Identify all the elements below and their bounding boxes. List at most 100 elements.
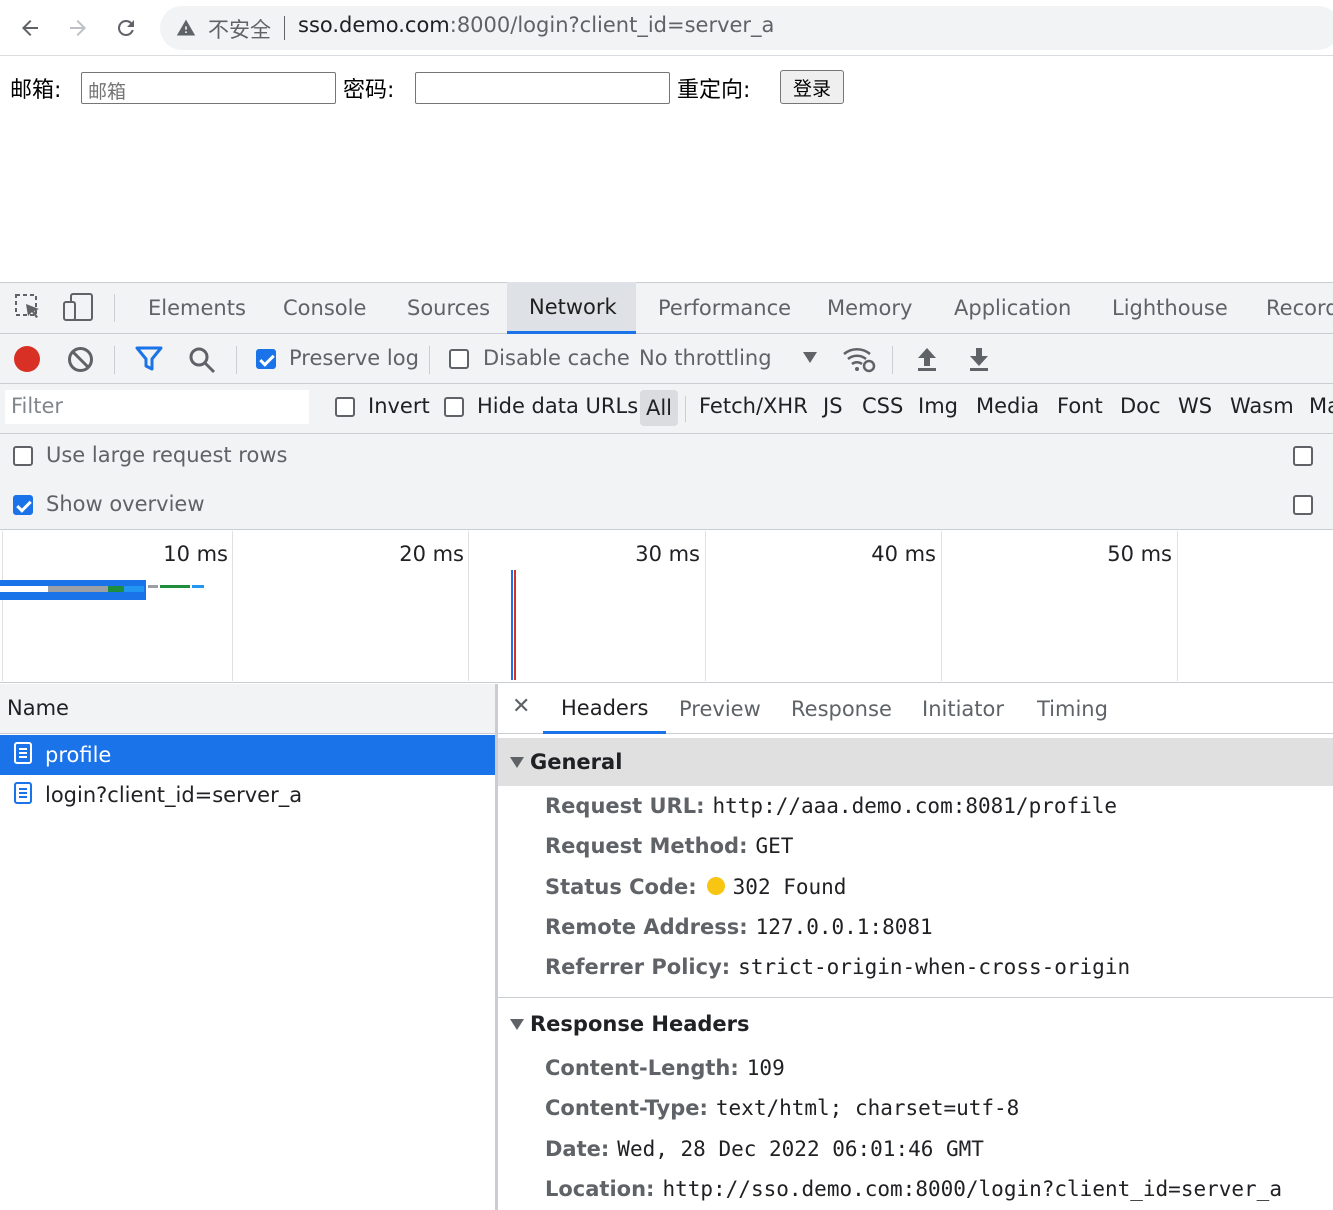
- tab-sources[interactable]: Sources: [385, 282, 512, 334]
- filter-input[interactable]: Filter: [5, 390, 309, 424]
- inspect-element-icon[interactable]: [14, 292, 42, 326]
- filter-type-img[interactable]: Img: [918, 394, 958, 418]
- name-column-header[interactable]: Name: [7, 696, 69, 720]
- table-row[interactable]: profile: [0, 735, 495, 775]
- header-value: text/html; charset=utf-8: [715, 1096, 1020, 1120]
- overview-bar-segment: [48, 586, 108, 592]
- toolbar-divider: [892, 346, 893, 374]
- throttling-select[interactable]: No throttling: [639, 346, 772, 370]
- filter-type-css[interactable]: CSS: [862, 394, 903, 418]
- document-icon: [13, 781, 33, 810]
- grid-line: [2, 531, 3, 681]
- grid-line: [1177, 531, 1178, 681]
- response-headers-section-header[interactable]: Response Headers: [498, 1000, 1333, 1048]
- document-icon: [13, 741, 33, 770]
- filter-type-js[interactable]: JS: [823, 394, 843, 418]
- toolbar-divider: [114, 346, 115, 374]
- header-row: Request URL: http://aaa.demo.com:8081/pro…: [545, 794, 1117, 818]
- header-key: Date:: [545, 1137, 610, 1161]
- overview-bar-segment: [148, 585, 158, 588]
- show-overview-label: Show overview: [46, 492, 205, 516]
- header-value: GET: [755, 834, 794, 858]
- download-icon[interactable]: [967, 346, 991, 376]
- network-conditions-icon[interactable]: [842, 344, 876, 378]
- upload-icon[interactable]: [915, 346, 939, 376]
- section-title: Response Headers: [530, 1012, 750, 1036]
- capture-screenshots-checkbox[interactable]: [1293, 495, 1313, 515]
- filter-type-media[interactable]: Media: [976, 394, 1039, 418]
- header-key: Request Method:: [545, 834, 748, 858]
- security-label[interactable]: 不安全: [208, 14, 271, 44]
- large-rows-checkbox[interactable]: [13, 446, 33, 466]
- hide-data-urls-checkbox[interactable]: [444, 397, 464, 417]
- grid-line: [468, 531, 469, 681]
- filter-icon[interactable]: [135, 346, 163, 376]
- filter-type-all[interactable]: All: [640, 390, 678, 426]
- record-icon[interactable]: [14, 346, 40, 372]
- large-rows-label: Use large request rows: [46, 443, 288, 467]
- reload-button[interactable]: [110, 12, 142, 44]
- tab-console[interactable]: Console: [261, 282, 388, 334]
- filter-type-font[interactable]: Font: [1057, 394, 1103, 418]
- preserve-log-checkbox[interactable]: [256, 349, 276, 369]
- preserve-log-label: Preserve log: [289, 346, 419, 370]
- url-text[interactable]: sso.demo.com:8000/login?client_id=server…: [298, 13, 774, 37]
- tab-network[interactable]: Network: [507, 282, 636, 334]
- back-button[interactable]: [14, 12, 46, 44]
- request-name: profile: [45, 743, 112, 767]
- overview-tick: 20 ms: [399, 542, 464, 566]
- login-button[interactable]: 登录: [780, 70, 844, 104]
- invert-checkbox[interactable]: [335, 397, 355, 417]
- overview-tick: 30 ms: [635, 542, 700, 566]
- show-overview-checkbox[interactable]: [13, 495, 33, 515]
- header-key: Request URL:: [545, 794, 705, 818]
- forward-button[interactable]: [62, 12, 94, 44]
- tab-performance[interactable]: Performance: [636, 282, 813, 334]
- toolbar-divider: [236, 346, 237, 374]
- warning-icon[interactable]: [176, 18, 196, 42]
- header-row: Date: Wed, 28 Dec 2022 06:01:46 GMT: [545, 1137, 984, 1161]
- tab-lighthouse[interactable]: Lighthouse: [1090, 282, 1250, 334]
- filter-type-wasm[interactable]: Wasm: [1230, 394, 1294, 418]
- email-field[interactable]: 邮箱: [81, 72, 336, 104]
- url-path: :8000/login?client_id=server_a: [449, 13, 775, 37]
- chevron-down-icon[interactable]: [803, 352, 817, 363]
- toolbar-divider: [429, 346, 430, 374]
- disable-cache-checkbox[interactable]: [449, 349, 469, 369]
- tab-preview[interactable]: Preview: [661, 684, 779, 734]
- requests-header[interactable]: Name: [0, 684, 495, 734]
- tab-response[interactable]: Response: [773, 684, 910, 734]
- filter-type-ws[interactable]: WS: [1178, 394, 1212, 418]
- header-key: Status Code:: [545, 875, 697, 899]
- filter-type-doc[interactable]: Doc: [1120, 394, 1161, 418]
- group-by-frame-checkbox[interactable]: [1293, 446, 1313, 466]
- filter-type-manifest[interactable]: Ma: [1309, 394, 1333, 418]
- header-value: http://aaa.demo.com:8081/profile: [712, 794, 1118, 818]
- tab-timing[interactable]: Timing: [1019, 684, 1126, 734]
- search-icon[interactable]: [188, 346, 216, 378]
- tab-recorder[interactable]: Record: [1244, 282, 1333, 334]
- request-name: login?client_id=server_a: [45, 783, 303, 807]
- overview-bar-segment: [124, 586, 144, 592]
- grid-line: [232, 531, 233, 681]
- filter-type-fetch-xhr[interactable]: Fetch/XHR: [699, 394, 808, 418]
- header-value: Wed, 28 Dec 2022 06:01:46 GMT: [617, 1137, 984, 1161]
- header-key: Location:: [545, 1177, 655, 1201]
- tab-initiator[interactable]: Initiator: [904, 684, 1022, 734]
- tab-headers[interactable]: Headers: [543, 684, 667, 734]
- tab-elements[interactable]: Elements: [126, 282, 268, 334]
- password-field[interactable]: [415, 72, 670, 104]
- password-label: 密码:: [343, 78, 395, 103]
- section-title: General: [530, 750, 623, 774]
- invert-label: Invert: [368, 394, 430, 418]
- table-row[interactable]: login?client_id=server_a: [0, 775, 495, 815]
- clear-icon[interactable]: [67, 346, 94, 377]
- close-icon[interactable]: ✕: [512, 694, 530, 719]
- general-section-header[interactable]: General: [498, 738, 1333, 786]
- tab-memory[interactable]: Memory: [805, 282, 934, 334]
- device-toolbar-icon[interactable]: [62, 292, 94, 326]
- header-value: http://sso.demo.com:8000/login?client_id…: [662, 1177, 1282, 1201]
- header-value: 109: [746, 1056, 785, 1080]
- tab-application[interactable]: Application: [932, 282, 1093, 334]
- header-key: Content-Length:: [545, 1056, 739, 1080]
